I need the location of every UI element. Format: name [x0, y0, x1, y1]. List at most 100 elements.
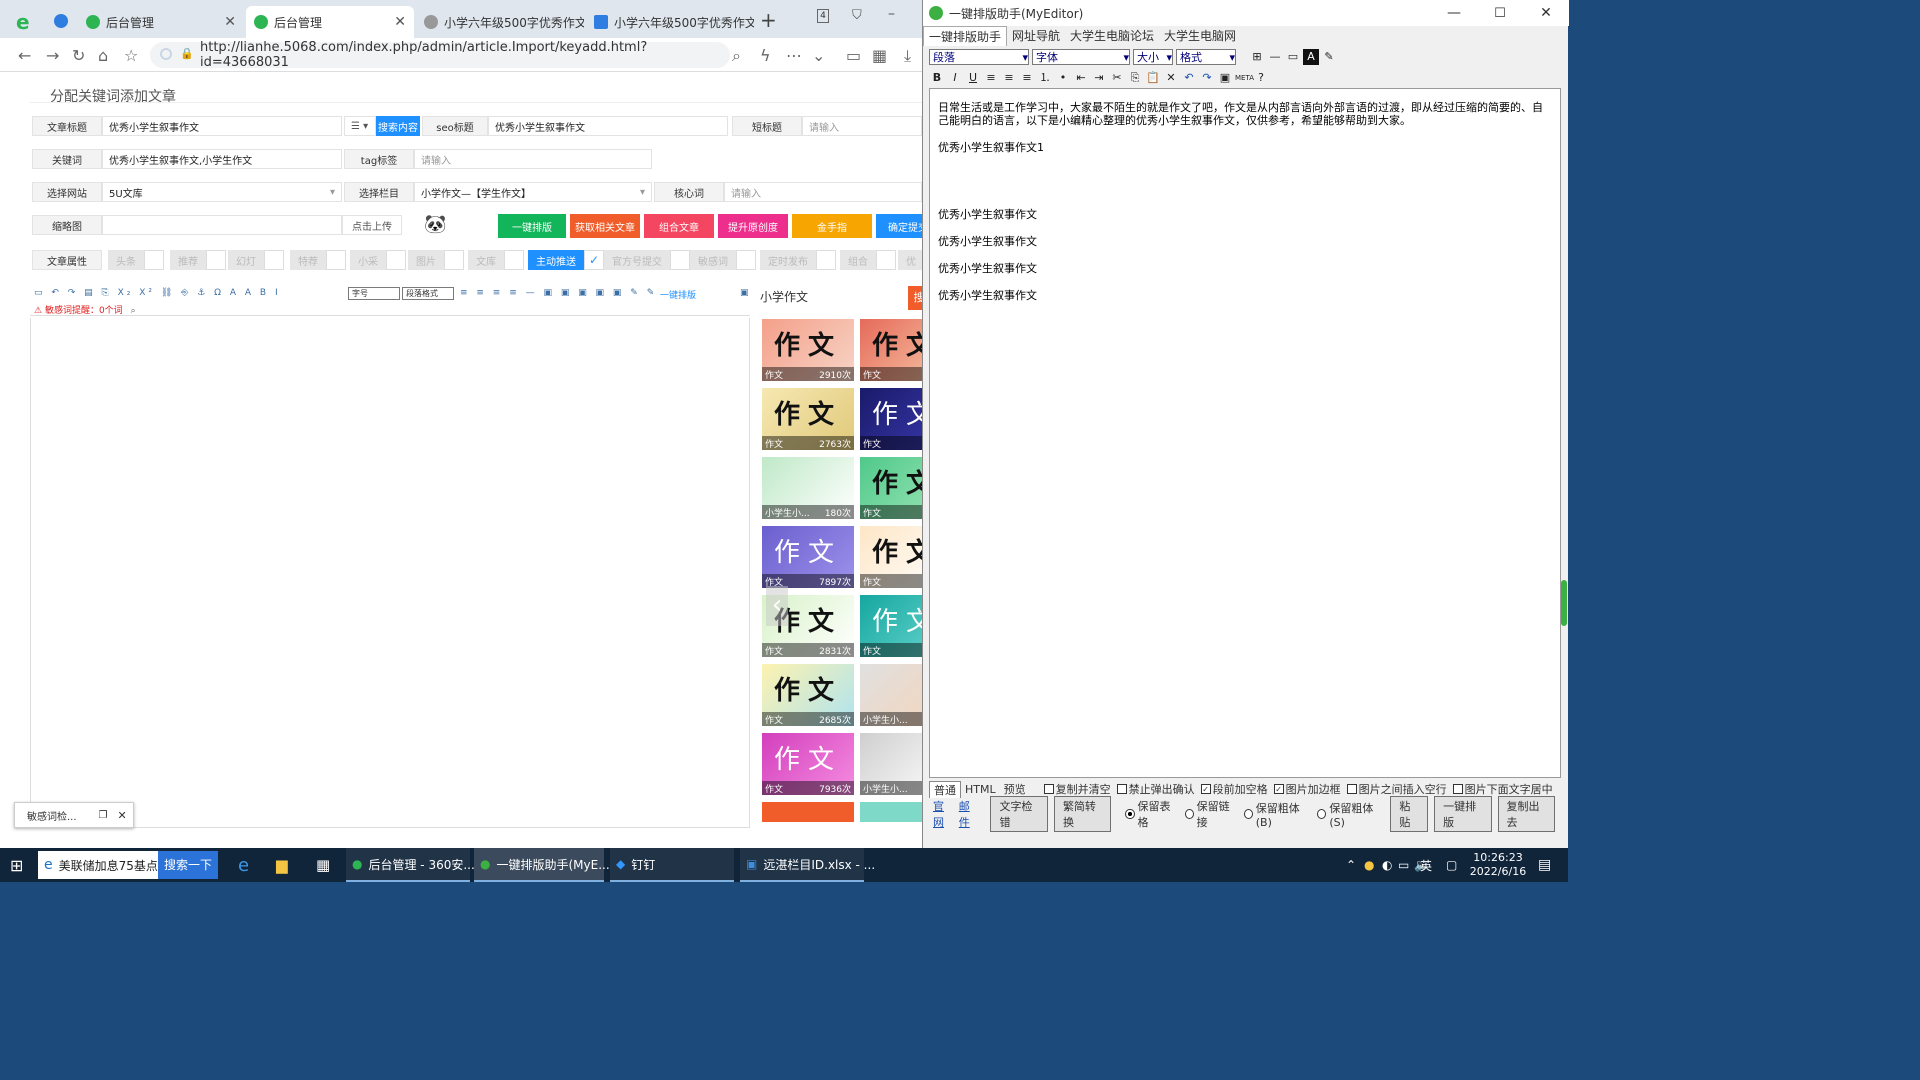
combine-article-button[interactable]: 组合文章: [644, 214, 714, 238]
spell-check-button[interactable]: 文字检错: [990, 796, 1048, 832]
attr-recommend[interactable]: 推荐: [170, 250, 226, 270]
tab-normal[interactable]: 普通: [929, 780, 961, 798]
taskbar-search[interactable]: e 美联储加息75基点 搜索一下: [38, 851, 218, 879]
thumb-item[interactable]: 作文作文: [860, 526, 922, 588]
taskbar-item-excel[interactable]: ▣ 远湛栏目ID.xlsx - ...: [740, 848, 875, 882]
fullscreen-icon[interactable]: ▣: [740, 288, 749, 298]
thumb-item[interactable]: 作文 作文 7897次: [762, 526, 854, 588]
thumb-item[interactable]: 作文 作文 2763次: [762, 388, 854, 450]
one-key-format-link[interactable]: 一键排版: [660, 288, 696, 301]
menu-item-nav[interactable]: 网址导航: [1007, 26, 1065, 46]
radio[interactable]: [1184, 809, 1194, 819]
notification-icon[interactable]: ▤: [1532, 848, 1557, 882]
download-icon[interactable]: ⤓: [904, 46, 911, 66]
list-dropdown[interactable]: ☰ ▾: [344, 116, 376, 136]
thumb-item[interactable]: 作文作文: [860, 595, 922, 657]
windows-start-icon[interactable]: ⊞: [4, 848, 29, 882]
paragraph-select[interactable]: 段落 ▾: [929, 49, 1029, 65]
checkbox[interactable]: [1116, 784, 1127, 794]
prev-arrow-icon[interactable]: ‹: [766, 586, 788, 626]
checkbox[interactable]: [1452, 784, 1463, 794]
keyword-input[interactable]: 优秀小学生叙事作文,小学生作文: [102, 149, 342, 169]
taskbar-item-myeditor[interactable]: ● 一键排版助手(MyE...: [474, 848, 610, 882]
home-icon[interactable]: ⌂: [98, 46, 108, 65]
radio-keep-link[interactable]: 保留链接: [1184, 798, 1236, 830]
font-size-select[interactable]: 字号: [348, 287, 400, 300]
menu-item-formatter[interactable]: 一键排版助手: [923, 26, 1008, 46]
tab-2[interactable]: 后台管理 ✕: [246, 6, 414, 38]
edge-icon[interactable]: e: [232, 848, 255, 882]
fetch-related-button[interactable]: 获取相关文章: [570, 214, 640, 238]
radio-keep-table[interactable]: 保留表格: [1125, 798, 1176, 830]
restore-icon[interactable]: ❐: [99, 810, 108, 821]
convert-button[interactable]: 繁简转换: [1053, 796, 1112, 832]
improve-originality-button[interactable]: 提升原创度: [718, 214, 788, 238]
search-content-button[interactable]: 搜索内容: [376, 116, 420, 136]
store-icon[interactable]: ▦: [310, 848, 336, 882]
tab-1[interactable]: 后台管理 ✕: [78, 6, 244, 38]
sensitive-popup[interactable]: 敏感词检... ❐ ✕: [14, 802, 134, 828]
attr-xiaocai[interactable]: 小采: [350, 250, 406, 270]
email-link[interactable]: 邮件: [959, 798, 979, 830]
copy-icon[interactable]: ⎘: [1127, 70, 1143, 86]
pinned-tab-icon[interactable]: [54, 14, 68, 28]
copy-out-button[interactable]: 复制出去: [1497, 796, 1556, 832]
option-indent[interactable]: ✓ 段前加空格: [1200, 781, 1268, 797]
thumb-item[interactable]: 作文 作文 2910次: [762, 319, 854, 381]
confirm-submit-button[interactable]: 确定提交: [876, 214, 922, 238]
checkbox-checked[interactable]: ✓: [1200, 784, 1211, 794]
checkbox[interactable]: [876, 250, 896, 270]
meta-icon[interactable]: META: [1235, 70, 1254, 86]
seo-input[interactable]: 优秀小学生叙事作文: [488, 116, 728, 136]
attr-wenku[interactable]: 文库: [468, 250, 524, 270]
search-button[interactable]: 搜索一下: [157, 851, 218, 879]
taskbar-item-browser[interactable]: ● 后台管理 - 360安...: [346, 848, 475, 882]
align-left-icon[interactable]: ≡: [983, 70, 999, 86]
underline-icon[interactable]: U: [965, 70, 981, 86]
indent-icon[interactable]: ⇥: [1091, 70, 1107, 86]
thumb-item[interactable]: 作文 作文 7936次: [762, 733, 854, 795]
maximize-icon[interactable]: ☐: [1477, 6, 1523, 21]
editor-icons[interactable]: ▭ ↶ ↷ ▤ ⎘ X₂ X² ⛓ ⎆ ⚓ Ω A A B I: [34, 288, 281, 298]
close-icon[interactable]: ✕: [216, 14, 236, 30]
thumb-item-partial[interactable]: [860, 802, 922, 822]
attr-special[interactable]: 特荐: [290, 250, 346, 270]
tab-preview[interactable]: 预览: [1000, 781, 1030, 797]
option-no-confirm[interactable]: 禁止弹出确认: [1116, 781, 1195, 797]
redo-icon[interactable]: ↷: [1199, 70, 1215, 86]
help-icon[interactable]: ?: [1253, 70, 1269, 86]
url-field[interactable]: 🔒 http://lianhe.5068.com/index.php/admin…: [150, 40, 730, 70]
option-image-caption[interactable]: 图片下面文字居中: [1452, 781, 1553, 797]
checkbox[interactable]: [736, 250, 756, 270]
golden-finger-button[interactable]: 金手指: [792, 214, 872, 238]
tab-html[interactable]: HTML: [961, 783, 1000, 796]
paste-button[interactable]: 粘贴: [1390, 796, 1429, 832]
checkbox[interactable]: [504, 250, 524, 270]
option-image-blankline[interactable]: 图片之间插入空行: [1346, 781, 1447, 797]
radio[interactable]: [1317, 809, 1327, 819]
delete-icon[interactable]: ✕: [1163, 70, 1179, 86]
close-icon[interactable]: ✕: [118, 809, 127, 822]
size-select[interactable]: 大小 ▾: [1133, 49, 1173, 65]
align-center-icon[interactable]: ≡: [1001, 70, 1017, 86]
ime-indicator[interactable]: 英: [1414, 848, 1438, 882]
table-icon[interactable]: ⊞: [1249, 49, 1265, 65]
attr-combine[interactable]: 组合: [840, 250, 896, 270]
explorer-icon[interactable]: ▆: [270, 848, 294, 882]
attr-you[interactable]: 优: [898, 250, 922, 270]
paste-icon[interactable]: 📋: [1145, 70, 1161, 86]
checkbox-checked[interactable]: ✓: [1273, 784, 1284, 794]
favorite-icon[interactable]: ☆: [124, 46, 138, 65]
highlight-icon[interactable]: ✎: [1321, 49, 1337, 65]
hr-icon[interactable]: —: [1267, 49, 1283, 65]
thumb-item[interactable]: 作文作文: [860, 388, 922, 450]
more-icon[interactable]: ⋯: [786, 46, 802, 65]
thumb-item[interactable]: 作文作文: [860, 319, 922, 381]
editor-icons-2[interactable]: ≡ ≡ ≡ ≡ — ▣ ▣ ▣ ▣ ▣ ✎ ✎: [460, 288, 657, 298]
menu-item-forum[interactable]: 大学生电脑论坛: [1065, 26, 1159, 46]
checkbox[interactable]: [1043, 784, 1054, 794]
thumb-item[interactable]: 作文 作文 2685次: [762, 664, 854, 726]
clock[interactable]: 10:26:23 2022/6/16: [1468, 851, 1528, 879]
menu-item-site[interactable]: 大学生电脑网: [1159, 26, 1241, 46]
close-icon[interactable]: ✕: [386, 14, 406, 30]
